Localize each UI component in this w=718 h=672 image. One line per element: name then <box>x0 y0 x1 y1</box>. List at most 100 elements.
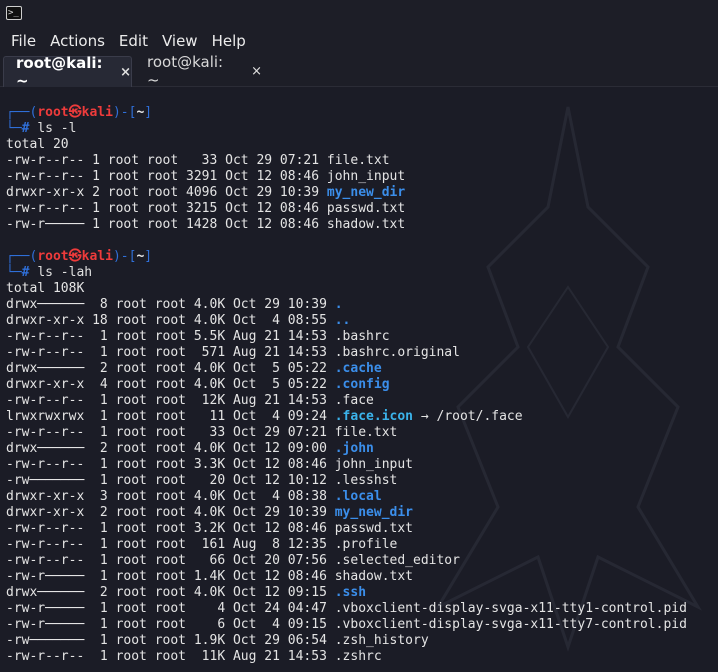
listing-row: -rw-r--r-- 1 root root 3.2K Oct 12 08:46… <box>6 521 718 537</box>
terminal-text: ┌──(root㉿kali)-[~] └─# ls -l total 20 -rw-r… <box>6 105 718 665</box>
close-icon[interactable]: × <box>251 64 262 79</box>
file-meta: -rw-r--r-- 1 root root 3291 Oct 12 08:46 <box>6 169 327 184</box>
file-meta: -rw-r───── 1 root root 1428 Oct 12 08:46 <box>6 217 327 232</box>
prompt-frame: )-[ <box>112 105 137 120</box>
total-line: total 20 <box>6 137 69 152</box>
file-name: .zsh_history <box>334 633 429 648</box>
menu-help[interactable]: Help <box>212 32 246 50</box>
prompt-frame: └─ <box>6 265 22 280</box>
menu-edit[interactable]: Edit <box>119 32 148 50</box>
file-name: shadow.txt <box>334 569 414 584</box>
listing-row: drwx────── 8 root root 4.0K Oct 29 10:39… <box>6 297 718 313</box>
prompt-frame: ] <box>144 105 153 120</box>
tab-label: root@kali: ~ <box>16 54 103 90</box>
prompt-user: root <box>37 105 69 120</box>
file-name: file.txt <box>334 425 398 440</box>
listing-row: -rw-r───── 1 root root 1428 Oct 12 08:46… <box>6 217 718 233</box>
tab-terminal-1[interactable]: root@kali: ~ × <box>3 54 132 90</box>
directory-name: .. <box>334 313 351 328</box>
file-meta: drwx────── 8 root root 4.0K Oct 29 10:39 <box>6 297 335 312</box>
listing-row: -rw-r--r-- 1 root root 33 Oct 29 07:21 f… <box>6 153 718 169</box>
directory-name: .john <box>334 441 374 456</box>
menu-file[interactable]: File <box>11 32 36 50</box>
directory-name: my_new_dir <box>326 185 406 200</box>
listing-row: drwx────── 2 root root 4.0K Oct 5 05:22 … <box>6 361 718 377</box>
tab-terminal-2[interactable]: root@kali: ~ × <box>135 53 262 89</box>
file-name: shadow.txt <box>326 217 406 232</box>
file-name: .profile <box>334 537 398 552</box>
file-name: .zshrc <box>334 649 382 664</box>
listing-row: -rw-r--r-- 1 root root 12K Aug 21 14:53 … <box>6 393 718 409</box>
command-text: ls -lah <box>37 265 93 280</box>
file-name: file.txt <box>326 153 390 168</box>
file-name: .vboxclient-display-svga-x11-tty1-contro… <box>334 601 687 616</box>
file-name: john_input <box>334 457 414 472</box>
directory-name: my_new_dir <box>334 505 414 520</box>
file-meta: -rw-r--r-- 1 root root 161 Aug 8 12:35 <box>6 537 335 552</box>
title-bar: >_ <box>0 0 718 28</box>
file-name: john_input <box>326 169 406 184</box>
terminal-icon: >_ <box>6 6 22 20</box>
file-meta: -rw-r--r-- 1 root root 33 Oct 29 07:21 <box>6 425 335 440</box>
prompt-host: kali <box>81 249 113 264</box>
prompt-line-top: ┌──(root㉿kali)-[~] <box>6 249 718 265</box>
menu-actions[interactable]: Actions <box>50 32 105 50</box>
listing-row: drwx────── 2 root root 4.0K Oct 12 09:15… <box>6 585 718 601</box>
total-line: total 108K <box>6 281 85 296</box>
file-meta: -rw-r--r-- 1 root root 571 Aug 21 14:53 <box>6 345 335 360</box>
prompt-frame: ] <box>144 249 153 264</box>
terminal-output[interactable]: ┌──(root㉿kali)-[~] └─# ls -l total 20 -rw-r… <box>0 87 718 672</box>
prompt-user: root <box>37 249 69 264</box>
command-text: ls -l <box>37 121 77 136</box>
directory-name: . <box>334 297 343 312</box>
listing-row: drwxr-xr-x 18 root root 4.0K Oct 4 08:55… <box>6 313 718 329</box>
symlink-target: → /root/.face <box>413 409 523 424</box>
file-meta: -rw-r--r-- 1 root root 66 Oct 20 07:56 <box>6 553 335 568</box>
menu-bar: File Actions Edit View Help <box>0 28 718 54</box>
file-name: passwd.txt <box>334 521 414 536</box>
listing-row: -rw-r───── 1 root root 4 Oct 24 04:47 .v… <box>6 601 718 617</box>
file-name: .lesshst <box>334 473 398 488</box>
close-icon[interactable]: × <box>120 65 131 80</box>
directory-name: .ssh <box>334 585 367 600</box>
file-meta: drwxr-xr-x 2 root root 4096 Oct 29 10:39 <box>6 185 327 200</box>
prompt-at: ㉿ <box>68 249 82 264</box>
file-meta: drwx────── 2 root root 4.0K Oct 5 05:22 <box>6 361 335 376</box>
menu-view[interactable]: View <box>162 32 198 50</box>
file-meta: -rw-r--r-- 1 root root 33 Oct 29 07:21 <box>6 153 327 168</box>
file-name: .face <box>334 393 374 408</box>
prompt-hash: # <box>21 121 30 136</box>
listing-row: -rw-r--r-- 1 root root 3.3K Oct 12 08:46… <box>6 457 718 473</box>
listing-row: drwxr-xr-x 4 root root 4.0K Oct 5 05:22 … <box>6 377 718 393</box>
prompt-hash: # <box>21 265 30 280</box>
file-name: .selected_editor <box>334 553 460 568</box>
listing-row: -rw-r───── 1 root root 6 Oct 4 09:15 .vb… <box>6 617 718 633</box>
symlink-name: .face.icon <box>334 409 414 424</box>
listing-row: -rw-r--r-- 1 root root 5.5K Aug 21 14:53… <box>6 329 718 345</box>
listing-row: -rw─────── 1 root root 20 Oct 12 10:12 .… <box>6 473 718 489</box>
file-meta: drwxr-xr-x 2 root root 4.0K Oct 29 10:39 <box>6 505 335 520</box>
directory-name: .local <box>334 489 382 504</box>
directory-name: .config <box>334 377 390 392</box>
listing-row: -rw-r--r-- 1 root root 11K Aug 21 14:53 … <box>6 649 718 665</box>
listing-row: -rw-r--r-- 1 root root 33 Oct 29 07:21 f… <box>6 425 718 441</box>
file-meta: drwx────── 2 root root 4.0K Oct 12 09:15 <box>6 585 335 600</box>
file-name: .bashrc.original <box>334 345 460 360</box>
listing-row: drwx────── 2 root root 4.0K Oct 12 09:00… <box>6 441 718 457</box>
file-meta: -rw─────── 1 root root 20 Oct 12 10:12 <box>6 473 335 488</box>
file-name: .vboxclient-display-svga-x11-tty7-contro… <box>334 617 687 632</box>
listing-row: -rw-r--r-- 1 root root 3291 Oct 12 08:46… <box>6 169 718 185</box>
listing-row: drwxr-xr-x 2 root root 4.0K Oct 29 10:39… <box>6 505 718 521</box>
prompt-frame: )-[ <box>112 249 137 264</box>
listing-row: -rw-r--r-- 1 root root 66 Oct 20 07:56 .… <box>6 553 718 569</box>
prompt-frame: ┌──( <box>6 249 38 264</box>
file-name: .bashrc <box>334 329 390 344</box>
file-meta: -rw-r--r-- 1 root root 3.2K Oct 12 08:46 <box>6 521 335 536</box>
prompt-line-bottom: └─# ls -lah <box>6 265 718 281</box>
file-meta: -rw-r───── 1 root root 6 Oct 4 09:15 <box>6 617 335 632</box>
tab-bar: root@kali: ~ × root@kali: ~ × <box>0 53 718 90</box>
file-meta: drwx────── 2 root root 4.0K Oct 12 09:00 <box>6 441 335 456</box>
listing-row: -rw-r--r-- 1 root root 571 Aug 21 14:53 … <box>6 345 718 361</box>
file-meta: -rw-r--r-- 1 root root 3215 Oct 12 08:46 <box>6 201 327 216</box>
